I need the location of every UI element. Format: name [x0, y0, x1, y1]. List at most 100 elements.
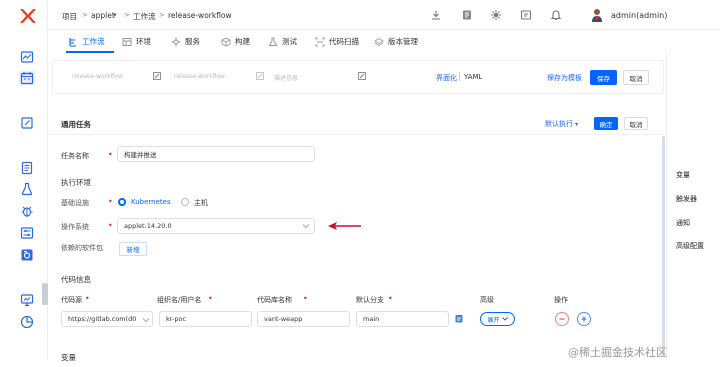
tab-label: 测试	[282, 37, 297, 46]
infra-label: 基础设施	[61, 199, 89, 207]
required-marker: •	[108, 221, 113, 230]
right-panel-divider	[666, 52, 667, 360]
notification-bell-icon[interactable]	[550, 9, 562, 21]
plus-icon	[581, 316, 587, 322]
workflow-description-field[interactable]: 描述信息	[274, 73, 298, 82]
help-document-icon[interactable]	[520, 9, 532, 21]
variables-section-title: 变量	[61, 353, 76, 362]
edit-icon[interactable]	[256, 72, 264, 80]
settings-sliders-icon[interactable]	[19, 226, 35, 240]
host-radio-label[interactable]: 主机	[194, 198, 208, 208]
right-panel-notifications[interactable]: 通知	[676, 218, 690, 228]
chevron-down-icon	[302, 223, 310, 229]
bug-icon[interactable]	[19, 204, 35, 218]
build-icon	[221, 36, 231, 47]
version-icon	[374, 37, 384, 46]
yaml-view-toggle[interactable]: YAML	[464, 73, 482, 81]
save-as-template-link[interactable]: 保存为模板	[547, 73, 582, 83]
branch-input[interactable]: main	[356, 311, 449, 327]
right-panel-variables[interactable]: 变量	[676, 170, 690, 180]
workflow-name-field[interactable]: release-workflow	[72, 73, 123, 80]
advanced-expand-label: 展开	[487, 316, 500, 324]
remove-repo-button[interactable]	[555, 312, 569, 326]
add-package-button[interactable]: 新增	[119, 242, 147, 256]
tab-environment[interactable]: 环境	[122, 36, 151, 47]
column-header-actions: 操作	[554, 296, 568, 304]
pie-chart-icon[interactable]	[19, 315, 35, 329]
user-avatar[interactable]	[591, 8, 603, 22]
cancel-button[interactable]: 取消	[623, 70, 649, 85]
repo-input[interactable]: vant-weapp	[257, 311, 350, 327]
app-logo-icon[interactable]	[18, 8, 38, 26]
breadcrumb-current: release-workflow	[168, 11, 232, 20]
breadcrumb-applet[interactable]: applet	[91, 11, 115, 20]
code-scan-icon	[315, 37, 325, 46]
tab-test[interactable]: 测试	[268, 36, 297, 47]
download-icon[interactable]	[430, 9, 442, 21]
column-header-repo: 代码库名称	[257, 296, 292, 304]
tab-label: 代码扫描	[329, 37, 359, 46]
kubernetes-radio[interactable]	[118, 198, 126, 206]
column-header-advanced: 高级	[480, 296, 494, 304]
org-input[interactable]: kr-poc	[159, 311, 252, 327]
right-panel-triggers[interactable]: 触发器	[676, 194, 697, 204]
tab-version[interactable]: 版本管理	[374, 36, 418, 47]
os-label: 操作系统	[61, 223, 89, 231]
breadcrumb-project[interactable]: 项目	[62, 11, 77, 22]
plugin-icon[interactable]	[490, 9, 502, 21]
chevron-down-icon[interactable]: ▾	[113, 11, 117, 19]
project-calendar-icon[interactable]	[19, 71, 35, 85]
environment-icon	[122, 37, 132, 46]
tab-code-scan[interactable]: 代码扫描	[315, 36, 359, 47]
required-marker: •	[108, 150, 113, 159]
task-name-label: 任务名称	[61, 152, 89, 160]
host-radio[interactable]	[181, 198, 189, 206]
code-source-value: https://gitlab.com(d0	[68, 315, 137, 323]
breadcrumb-separator: >	[124, 11, 130, 19]
panel-scrollbar[interactable]	[662, 136, 665, 356]
tab-label: 服务	[185, 37, 200, 46]
required-marker: •	[108, 197, 113, 206]
tab-service[interactable]: 服务	[171, 36, 200, 47]
service-icon	[171, 37, 181, 46]
edit-document-icon[interactable]	[19, 116, 35, 130]
tab-workflow[interactable]: 工作流	[68, 36, 105, 47]
camera-icon[interactable]	[19, 248, 35, 262]
required-marker: •	[388, 294, 393, 303]
column-header-source: 代码源	[61, 296, 82, 304]
right-panel-advanced[interactable]: 高级配置	[676, 241, 704, 251]
flask-icon[interactable]	[19, 182, 35, 196]
required-marker: •	[85, 294, 90, 303]
breadcrumb-separator: >	[82, 11, 88, 19]
save-button[interactable]: 保存	[590, 70, 617, 85]
add-repo-button[interactable]	[577, 312, 591, 326]
exec-env-title: 执行环境	[61, 178, 91, 187]
username-label[interactable]: admin(admin)	[611, 11, 667, 20]
tab-label: 环境	[136, 37, 151, 46]
os-select[interactable]: applet:14.20.0	[117, 218, 315, 234]
task-name-input[interactable]: 构建并推送	[117, 146, 315, 162]
task-cancel-button[interactable]: 取消	[624, 117, 648, 130]
breadcrumb-workflows[interactable]: 工作流	[133, 11, 156, 22]
document-icon[interactable]	[461, 9, 473, 21]
test-icon	[268, 37, 278, 46]
edit-icon[interactable]	[358, 72, 366, 80]
confirm-button[interactable]: 确定	[594, 117, 618, 130]
edit-icon[interactable]	[153, 72, 161, 80]
required-marker: •	[303, 294, 308, 303]
activity-chart-icon[interactable]	[19, 50, 35, 64]
list-document-icon[interactable]	[19, 161, 35, 175]
chevron-down-icon	[142, 317, 150, 323]
workflow-icon	[69, 37, 76, 47]
os-select-value: applet:14.20.0	[124, 222, 172, 230]
chevron-down-icon	[501, 317, 508, 321]
code-source-select[interactable]: https://gitlab.com(d0	[61, 311, 153, 327]
advanced-expand-button[interactable]: 展开	[480, 312, 515, 326]
gui-view-toggle[interactable]: 界面化	[436, 73, 457, 83]
tab-build[interactable]: 构建	[221, 36, 250, 47]
kubernetes-radio-label[interactable]: Kubernetes	[131, 198, 171, 206]
workflow-display-name-field[interactable]: release-workflow	[174, 73, 225, 80]
monitor-icon[interactable]	[19, 293, 35, 307]
default-exec-dropdown[interactable]: 默认执行 ▾	[545, 119, 578, 129]
clipboard-icon[interactable]	[455, 314, 463, 323]
